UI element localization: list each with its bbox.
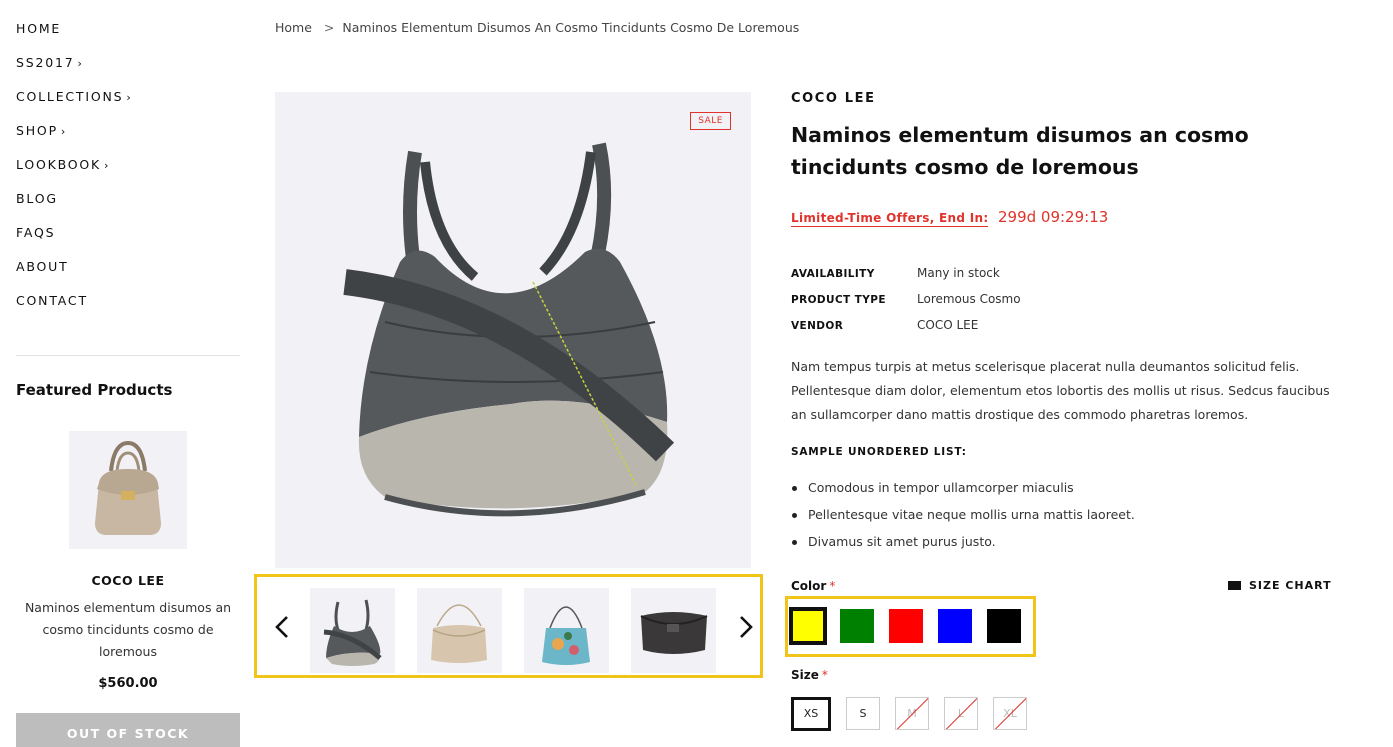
nav-item-home[interactable]: HOME	[16, 21, 64, 36]
nav-item-lookbook[interactable]: LOOKBOOK ›	[16, 157, 108, 172]
swatch-green[interactable]	[840, 609, 874, 643]
meta-product-type: PRODUCT TYPE Loremous Cosmo	[791, 292, 1021, 306]
floral-bag-thumbnail	[542, 606, 590, 665]
ruler-icon	[1228, 581, 1241, 590]
swatch-yellow[interactable]	[789, 607, 827, 645]
thumbnail-black-leather-clutch[interactable]	[631, 588, 716, 673]
breadcrumb-current: Naminos Elementum Disumos An Cosmo Tinci…	[342, 20, 800, 35]
nav-item-contact[interactable]: CONTACT	[16, 293, 91, 308]
chevron-right-icon: ›	[104, 159, 109, 172]
chevron-right-icon: ›	[77, 57, 82, 70]
nav-item-blog[interactable]: BLOG	[16, 191, 61, 206]
size-option-s[interactable]: S	[846, 697, 880, 730]
swatch-red[interactable]	[889, 609, 923, 643]
nav-label: SS2017	[16, 55, 75, 70]
nav-label: CONTACT	[16, 293, 88, 308]
beige-bag-thumbnail	[431, 604, 487, 663]
thumbnail-gray-hobo-bag[interactable]	[310, 588, 395, 673]
offer-label: Limited-Time Offers, End In:	[791, 211, 989, 227]
thumbnail-beige-shoulder-bag[interactable]	[417, 588, 502, 673]
chevron-right-icon[interactable]	[733, 613, 757, 641]
meta-value[interactable]: Loremous Cosmo	[917, 292, 1021, 306]
size-option-m[interactable]: M	[895, 697, 929, 730]
nav-item-about[interactable]: ABOUT	[16, 259, 72, 274]
sale-badge: SALE	[690, 112, 731, 130]
meta-key: VENDOR	[791, 320, 844, 332]
swatch-black[interactable]	[987, 609, 1021, 643]
product-vendor[interactable]: COCO LEE	[791, 91, 876, 106]
nav-label: SHOP	[16, 123, 58, 138]
meta-vendor: VENDOR COCO LEE	[791, 318, 978, 332]
black-clutch-thumbnail	[640, 612, 708, 654]
nav-label: LOOKBOOK	[16, 157, 102, 172]
thumbnail-floral-tote-bag[interactable]	[524, 588, 609, 673]
chevron-left-icon[interactable]	[271, 613, 295, 641]
out-of-stock-button[interactable]: OUT OF STOCK	[16, 713, 240, 747]
chevron-right-icon: ›	[126, 91, 131, 104]
featured-products-heading: Featured Products	[16, 381, 173, 399]
meta-availability: AVAILABILITY Many in stock	[791, 266, 1000, 280]
size-option-xs[interactable]: XS	[791, 697, 831, 731]
required-mark: *	[829, 579, 836, 593]
gray-bag-thumbnail	[323, 599, 382, 666]
meta-key: AVAILABILITY	[791, 268, 875, 280]
color-label-text: Color	[791, 579, 827, 593]
list-item: Pellentesque vitae neque mollis urna mat…	[791, 504, 1135, 531]
nav-label: ABOUT	[16, 259, 69, 274]
meta-value[interactable]: COCO LEE	[917, 318, 978, 332]
size-option-xl[interactable]: XL	[993, 697, 1027, 730]
breadcrumb: Home > Naminos Elementum Disumos An Cosmo …	[275, 20, 799, 35]
list-item: Divamus sit amet purus justo.	[791, 531, 1135, 558]
nav-item-shop[interactable]: SHOP ›	[16, 123, 65, 138]
color-label: Color *	[791, 579, 835, 593]
size-option-l[interactable]: L	[944, 697, 978, 730]
list-title: SAMPLE UNORDERED LIST:	[791, 446, 967, 458]
featured-product-image[interactable]	[69, 431, 187, 549]
beige-handbag-image	[95, 440, 161, 535]
featured-product-name[interactable]: Naminos elementum disumos an cosmo tinci…	[16, 597, 240, 663]
nav-label: COLLECTIONS	[16, 89, 124, 104]
chevron-right-icon: ›	[60, 125, 66, 138]
required-mark: *	[821, 668, 828, 682]
product-description: Nam tempus turpis at metus scelerisque p…	[791, 359, 1330, 422]
featured-product-price: $560.00	[98, 676, 158, 691]
product-title: Naminos elementum disumos an cosmo tinci…	[791, 123, 1249, 179]
nav-label: HOME	[16, 21, 62, 36]
gray-hobo-bag-image	[343, 142, 675, 517]
size-label: Size *	[791, 668, 828, 682]
meta-value: Many in stock	[917, 266, 1000, 280]
main-product-image[interactable]: SALE	[275, 92, 751, 568]
nav-item-faqs[interactable]: FAQS	[16, 225, 58, 240]
nav-label: FAQS	[16, 225, 56, 240]
sidebar-divider	[16, 355, 240, 356]
countdown-timer: 299d 09:29:13	[998, 208, 1109, 226]
feature-list: Comodous in tempor ullamcorper miaculis …	[791, 477, 1135, 558]
list-item: Comodous in tempor ullamcorper miaculis	[791, 477, 1135, 504]
meta-key: PRODUCT TYPE	[791, 294, 886, 306]
size-chart-label: SIZE CHART	[1249, 579, 1332, 592]
thumbnail-carousel	[254, 574, 763, 678]
featured-product-vendor: COCO LEE	[91, 573, 165, 588]
nav-label: BLOG	[16, 191, 58, 206]
size-chart-link[interactable]: SIZE CHART	[1228, 579, 1332, 592]
nav-item-ss2017[interactable]: SS2017 ›	[16, 55, 82, 70]
color-swatches	[785, 596, 1036, 657]
breadcrumb-home-link[interactable]: Home	[275, 20, 312, 35]
nav-item-collections[interactable]: COLLECTIONS ›	[16, 89, 131, 104]
size-label-text: Size	[791, 668, 819, 682]
swatch-blue[interactable]	[938, 609, 972, 643]
breadcrumb-separator: >	[323, 20, 335, 35]
